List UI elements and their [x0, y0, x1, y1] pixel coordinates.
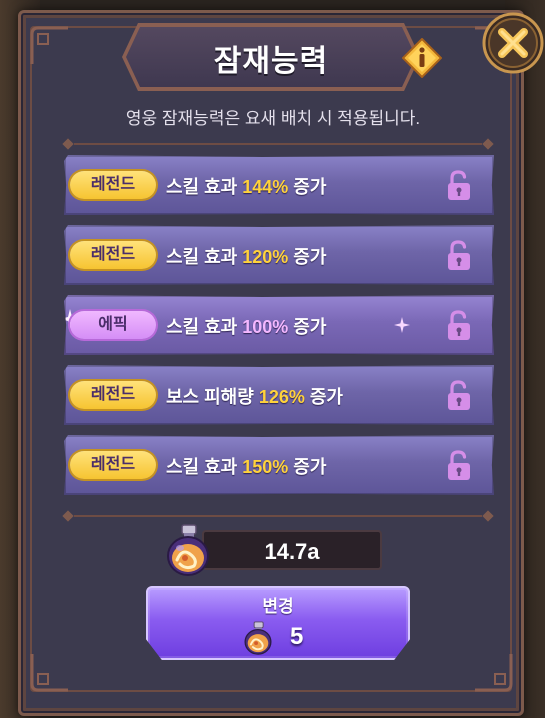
currency-amount: 14.7a	[264, 539, 320, 564]
unlocked-padlock-icon[interactable]	[446, 309, 472, 341]
grade-badge: 레전드	[70, 381, 156, 409]
unlocked-padlock-icon[interactable]	[446, 379, 472, 411]
sparkle-icon	[394, 317, 414, 337]
grade-badge: 레전드	[70, 451, 156, 479]
popup-subtitle: 영웅 잠재능력은 요새 배치 시 적용됩니다.	[125, 109, 421, 128]
potential-value: 120%	[242, 247, 289, 267]
popup-title: 잠재능력	[213, 45, 329, 78]
potential-row: 레전드 스킬 효과 120% 증가	[64, 225, 494, 285]
potential-row: 레전드 스킬 효과 144% 증가	[64, 155, 494, 215]
potential-list: 레전드 스킬 효과 144% 증가 레전드 스킬 효과 120% 증가 에픽 스…	[64, 155, 494, 505]
corner-ornament	[30, 652, 70, 692]
grade-badge: 레전드	[70, 241, 156, 269]
corner-ornament	[30, 26, 70, 66]
grade-badge: 에픽	[70, 311, 156, 339]
potential-row: 에픽 스킬 효과 100% 증가	[64, 295, 494, 355]
potential-effect: 보스 피해량 126% 증가	[166, 387, 343, 407]
potential-row: 레전드 보스 피해량 126% 증가	[64, 365, 494, 425]
corner-ornament	[473, 652, 513, 692]
potential-value: 100%	[242, 317, 289, 337]
grade-badge: 레전드	[70, 171, 156, 199]
potential-row: 레전드 스킬 효과 150% 증가	[64, 435, 494, 495]
potential-effect: 스킬 효과 100% 증가	[166, 317, 327, 337]
change-cost: 5	[290, 623, 304, 650]
divider-bottom	[62, 510, 494, 522]
potential-value: 144%	[242, 177, 289, 197]
change-button-label: 변경	[262, 597, 294, 616]
potential-value: 150%	[242, 457, 289, 477]
potential-effect: 스킬 효과 120% 증가	[166, 247, 327, 267]
unlocked-padlock-icon[interactable]	[446, 449, 472, 481]
potion-icon	[240, 620, 276, 656]
info-icon[interactable]	[401, 37, 443, 79]
divider-top	[62, 138, 494, 150]
close-icon[interactable]	[482, 12, 544, 74]
unlocked-padlock-icon[interactable]	[446, 239, 472, 271]
currency-display: 14.7a	[202, 530, 382, 570]
potential-effect: 스킬 효과 150% 증가	[166, 457, 327, 477]
potion-icon	[160, 522, 216, 578]
potential-effect: 스킬 효과 144% 증가	[166, 177, 327, 197]
unlocked-padlock-icon[interactable]	[446, 169, 472, 201]
potential-value: 126%	[258, 387, 305, 407]
